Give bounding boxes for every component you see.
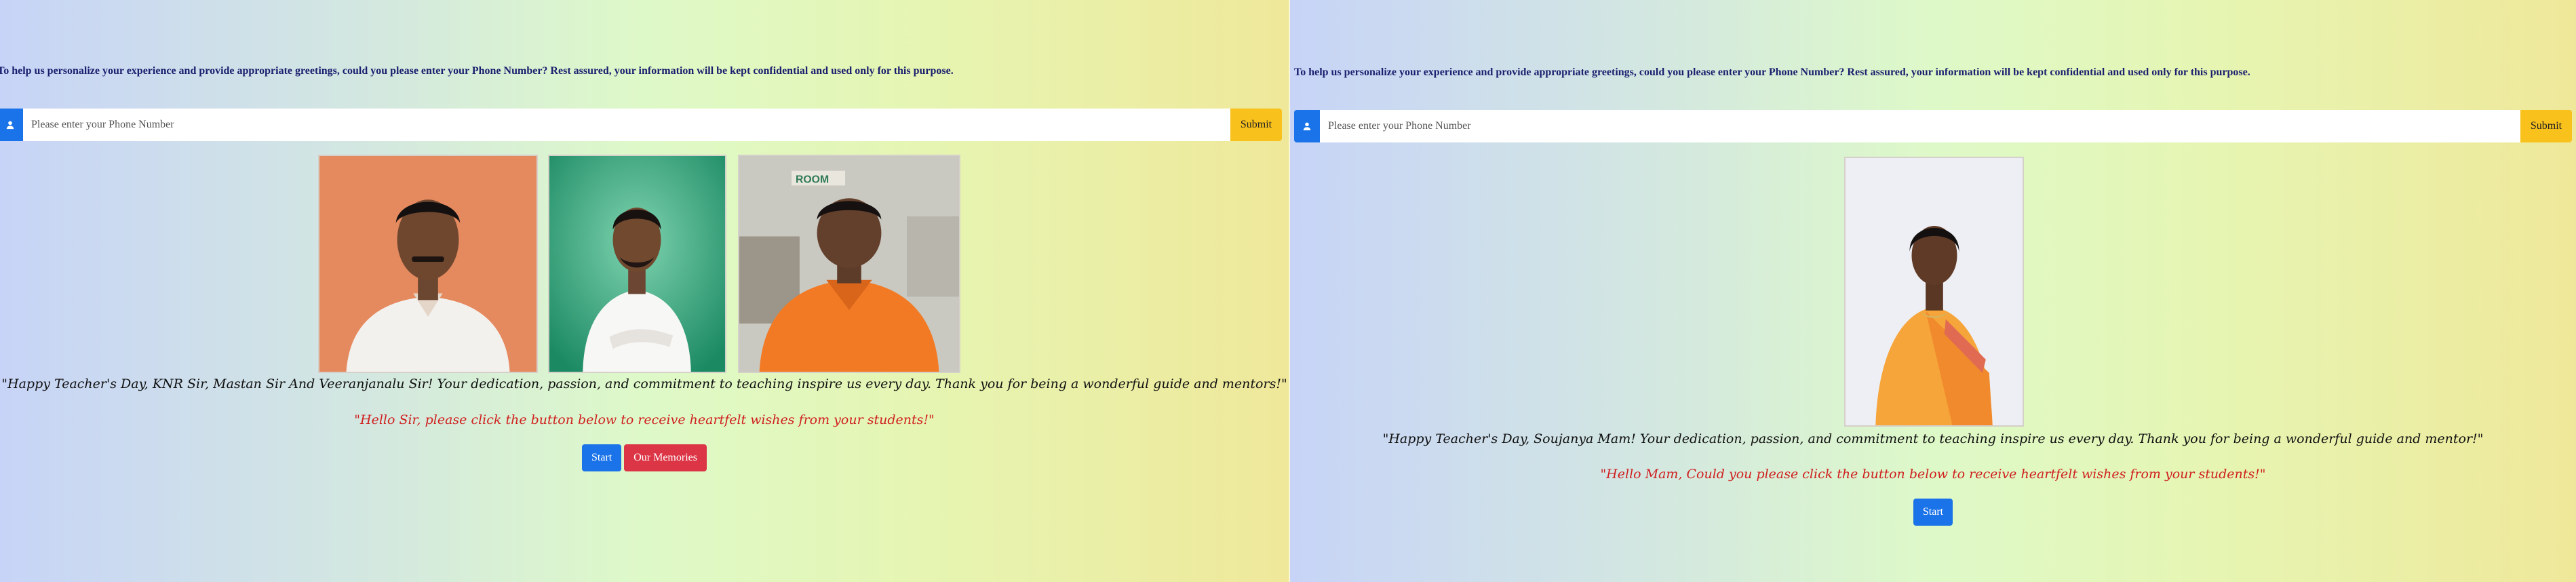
right-panel: To help us personalize your experience a…: [1289, 0, 2576, 582]
start-button[interactable]: Start: [1913, 499, 1953, 526]
intro-text: To help us personalize your experience a…: [1294, 66, 2250, 78]
teacher-photo-1: [318, 155, 538, 373]
start-button[interactable]: Start: [582, 444, 622, 471]
svg-text:ROOM: ROOM: [796, 174, 829, 186]
greeting-message: "Happy Teacher's Day, KNR Sir, Mastan Si…: [1, 376, 1287, 391]
left-panel: To help us personalize your experience a…: [0, 0, 1289, 582]
page: To help us personalize your experience a…: [0, 0, 2576, 582]
phone-input[interactable]: [23, 109, 1230, 141]
user-icon: [1294, 110, 1320, 142]
phone-input-group: Submit: [1294, 110, 2572, 142]
phone-input-group: Submit: [0, 109, 1282, 141]
greeting-message: "Happy Teacher's Day, Soujanya Mam! Your…: [1382, 431, 2484, 446]
prompt-message: "Hello Sir, please click the button belo…: [354, 412, 935, 427]
our-memories-button[interactable]: Our Memories: [624, 444, 707, 471]
prompt-message: "Hello Mam, Could you please click the b…: [1600, 467, 2266, 482]
action-buttons: Start Our Memories: [0, 444, 1289, 471]
teacher-photo: [1844, 157, 2024, 427]
teacher-photo-3: ROOM: [738, 155, 960, 373]
teacher-photo-2: [548, 155, 726, 373]
intro-text: To help us personalize your experience a…: [0, 65, 954, 77]
user-icon: [0, 109, 23, 141]
action-buttons: Start: [1290, 499, 2576, 526]
phone-input[interactable]: [1320, 110, 2520, 142]
submit-button[interactable]: Submit: [1230, 109, 1282, 141]
submit-button[interactable]: Submit: [2520, 110, 2572, 142]
